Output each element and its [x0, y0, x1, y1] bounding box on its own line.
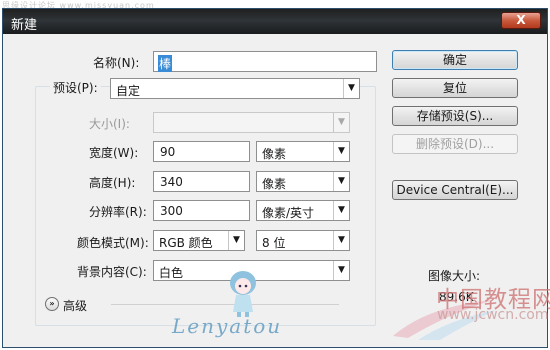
- advanced-label: 高级: [63, 299, 88, 313]
- size-select: ▼: [153, 112, 350, 133]
- dialog-title: 新建: [11, 18, 38, 33]
- chevron-down-icon: ▼: [228, 231, 244, 250]
- chevron-down-icon: ▼: [333, 142, 349, 161]
- width-value: 90: [160, 145, 176, 159]
- chevron-down-icon: ▼: [333, 172, 349, 191]
- device-central-button[interactable]: Device Central(E)...: [392, 180, 518, 200]
- resolution-input[interactable]: 300: [153, 200, 250, 221]
- resolution-unit-select[interactable]: 像素/英寸 ▼: [256, 200, 350, 221]
- advanced-divider: [111, 304, 339, 305]
- watermark-site-url: www.jcwcn.com: [437, 307, 549, 323]
- bit-depth-select[interactable]: 8 位 ▼: [256, 230, 350, 251]
- width-label: 宽度(W):: [89, 146, 139, 160]
- width-input[interactable]: 90: [153, 141, 250, 162]
- reset-button[interactable]: 复位: [392, 78, 518, 98]
- double-chevron-down-icon: »: [49, 299, 55, 308]
- chevron-down-icon: ▼: [333, 261, 349, 280]
- width-unit-select[interactable]: 像素 ▼: [256, 141, 350, 162]
- chevron-down-icon: ▼: [333, 113, 349, 132]
- height-unit-select[interactable]: 像素 ▼: [256, 171, 350, 192]
- mascot-figure: [230, 271, 256, 317]
- brand-signature: Lenyatou: [172, 314, 283, 338]
- background-value: 白色: [159, 266, 184, 280]
- resolution-unit-value: 像素/英寸: [262, 206, 315, 220]
- chevron-down-icon: ▼: [343, 79, 359, 98]
- title-bar[interactable]: 新建 X: [3, 9, 547, 34]
- resolution-value: 300: [160, 204, 183, 218]
- color-mode-value: RGB 颜色: [159, 236, 213, 250]
- height-label: 高度(H):: [89, 176, 136, 190]
- preset-legend: 预设(P):: [50, 77, 101, 97]
- name-label: 名称(N):: [93, 56, 140, 70]
- height-input[interactable]: 340: [153, 171, 250, 192]
- close-button[interactable]: X: [501, 12, 541, 29]
- chevron-down-icon: ▼: [333, 201, 349, 220]
- name-input[interactable]: 棒: [153, 51, 377, 72]
- size-label: 大小(I):: [89, 117, 130, 131]
- height-value: 340: [160, 175, 183, 189]
- preset-label: 预设(P):: [53, 81, 98, 95]
- expand-advanced-button[interactable]: »: [45, 297, 59, 311]
- delete-preset-button: 删除预设(D)...: [392, 134, 518, 154]
- preset-select[interactable]: 自定 ▼: [110, 78, 360, 99]
- ok-button[interactable]: 确定: [392, 50, 518, 70]
- width-unit-value: 像素: [262, 147, 287, 161]
- name-value: 棒: [158, 55, 173, 72]
- resolution-label: 分辨率(R):: [89, 205, 147, 219]
- bit-depth-value: 8 位: [262, 236, 286, 250]
- height-unit-value: 像素: [262, 177, 287, 191]
- background-label: 背景内容(C):: [77, 265, 147, 279]
- color-mode-label: 颜色模式(M):: [77, 236, 149, 250]
- preset-value: 自定: [116, 84, 141, 98]
- chevron-down-icon: ▼: [333, 231, 349, 250]
- save-preset-button[interactable]: 存储预设(S)...: [392, 106, 518, 126]
- color-mode-select[interactable]: RGB 颜色 ▼: [153, 230, 245, 251]
